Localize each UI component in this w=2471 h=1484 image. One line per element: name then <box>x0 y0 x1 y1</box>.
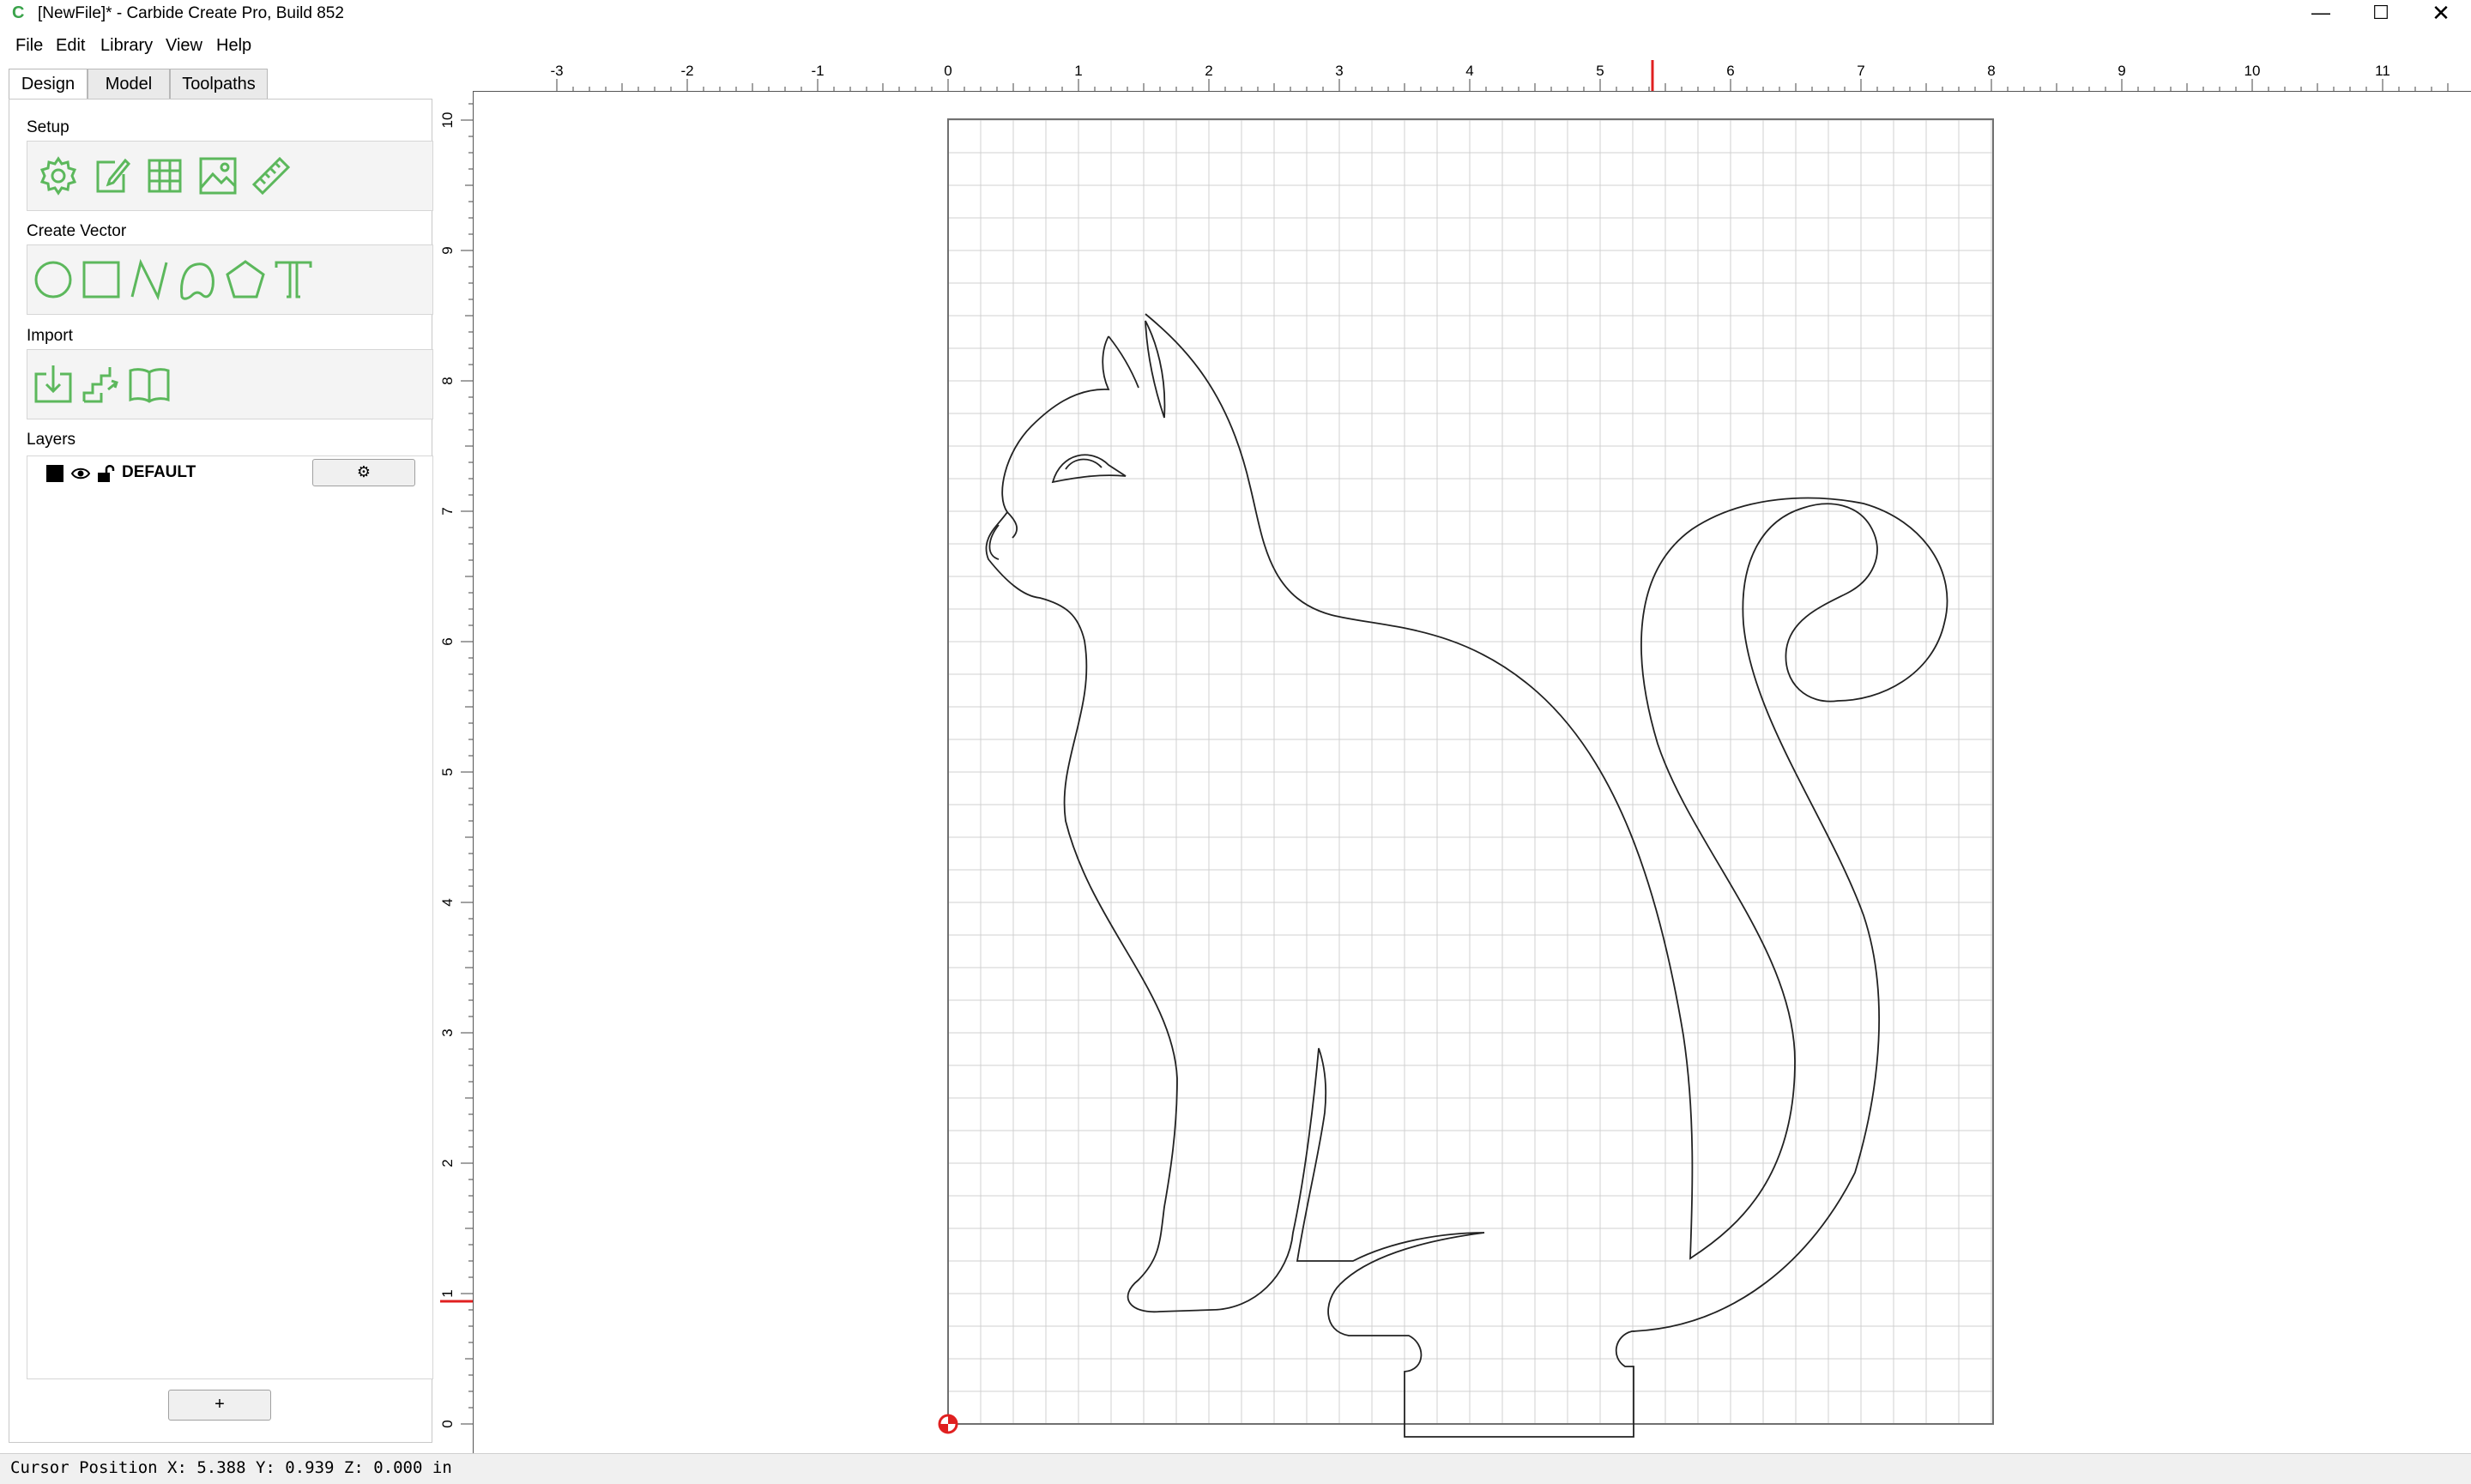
ruler-x-label: 0 <box>944 63 952 79</box>
circle-icon[interactable] <box>31 257 76 302</box>
ruler-y-label: 2 <box>440 1159 456 1167</box>
horizontal-ruler: -3 -2 -1 0 1 2 3 4 5 6 7 8 9 10 11 <box>440 60 2471 92</box>
cursor-position-readout: Cursor Position X: 5.388 Y: 0.939 Z: 0.0… <box>10 1458 452 1477</box>
ruler-y-label: 4 <box>440 898 456 906</box>
ruler-x-label: -2 <box>680 63 693 79</box>
close-button[interactable]: ✕ <box>2411 0 2471 27</box>
ruler-x-label: 8 <box>1987 63 1995 79</box>
import-svg-icon[interactable] <box>31 362 76 407</box>
job-setup-gear-icon[interactable] <box>36 154 81 198</box>
app-icon: C <box>12 3 25 22</box>
design-canvas[interactable] <box>474 92 2471 1453</box>
ruler-x-label: 4 <box>1465 63 1473 79</box>
menu-edit[interactable]: Edit <box>56 36 85 56</box>
polyline-icon[interactable] <box>127 257 172 302</box>
ruler-icon[interactable] <box>249 154 293 198</box>
grid-icon[interactable] <box>142 154 187 198</box>
layer-name[interactable]: DEFAULT <box>122 463 196 482</box>
ruler-x-label: -3 <box>550 63 563 79</box>
ruler-x-label: 3 <box>1335 63 1343 79</box>
design-panel: Setup Create Vector Import Layers DEFAUL… <box>9 99 433 1443</box>
vertical-ruler: 10 9 8 7 6 5 4 3 2 1 0 <box>439 87 474 1453</box>
status-bar: Cursor Position X: 5.388 Y: 0.939 Z: 0.0… <box>0 1453 2471 1484</box>
ruler-y-label: 9 <box>440 246 456 254</box>
visibility-eye-icon[interactable] <box>70 463 91 484</box>
tab-model[interactable]: Model <box>88 69 170 100</box>
ruler-y-label: 5 <box>440 768 456 775</box>
ruler-y-label: 1 <box>440 1289 456 1297</box>
vertical-ruler-ticks: 109876543210 <box>439 87 473 1428</box>
layer-settings-button[interactable]: ⚙ <box>312 459 415 486</box>
ruler-y-label: 0 <box>440 1420 456 1427</box>
create-vector-label: Create Vector <box>27 222 127 240</box>
layers-label: Layers <box>27 431 76 449</box>
menu-help[interactable]: Help <box>216 36 251 56</box>
gear-icon: ⚙ <box>356 463 372 480</box>
layers-list: DEFAULT ⚙ <box>27 455 433 1379</box>
material-grid <box>948 119 1993 1424</box>
text-icon[interactable] <box>271 257 316 302</box>
create-vector-toolbox <box>27 244 433 315</box>
title-bar: C [NewFile]* - Carbide Create Pro, Build… <box>0 0 2471 27</box>
window-title: [NewFile]* - Carbide Create Pro, Build 8… <box>38 4 344 22</box>
unlocked-padlock-icon[interactable] <box>96 463 115 484</box>
ruler-x-label: 7 <box>1857 63 1864 79</box>
rectangle-icon[interactable] <box>79 257 124 302</box>
ruler-x-label: 10 <box>2244 63 2261 79</box>
menu-library[interactable]: Library <box>100 36 153 56</box>
ruler-y-label: 8 <box>440 377 456 384</box>
layer-color-swatch[interactable] <box>46 465 63 482</box>
setup-toolbox <box>27 141 433 211</box>
ruler-y-label: 7 <box>440 507 456 515</box>
maximize-button[interactable]: ☐ <box>2351 0 2411 27</box>
ruler-x-label: 5 <box>1596 63 1604 79</box>
ruler-x-label: 6 <box>1726 63 1734 79</box>
curve-icon[interactable] <box>175 257 220 302</box>
canvas-drawing[interactable] <box>474 92 2471 1453</box>
edit-note-icon[interactable] <box>89 154 134 198</box>
menu-bar: File Edit Library View Help <box>0 31 515 58</box>
cat-vector-shape[interactable] <box>985 313 1948 1438</box>
mode-tabs: Design Model Toolpaths <box>9 69 438 100</box>
horizontal-ruler-ticks: -3 -2 -1 0 1 2 3 4 5 6 7 8 9 10 11 <box>550 60 2449 91</box>
ruler-y-label: 6 <box>440 637 456 645</box>
menu-file[interactable]: File <box>15 36 43 56</box>
ruler-x-label: 1 <box>1074 63 1082 79</box>
image-icon[interactable] <box>196 154 240 198</box>
menu-view[interactable]: View <box>166 36 202 56</box>
library-book-icon[interactable] <box>127 362 172 407</box>
add-layer-button[interactable]: + <box>168 1390 271 1421</box>
minimize-button[interactable]: — <box>2291 0 2351 27</box>
setup-label: Setup <box>27 118 69 136</box>
tab-design[interactable]: Design <box>9 69 88 100</box>
ruler-x-label: 2 <box>1205 63 1212 79</box>
polygon-icon[interactable] <box>223 257 268 302</box>
import-toolbox <box>27 349 433 419</box>
origin-marker <box>938 1414 958 1434</box>
ruler-y-label: 10 <box>440 112 456 129</box>
import-label: Import <box>27 327 73 345</box>
ruler-x-label: 9 <box>2118 63 2125 79</box>
tab-toolpaths[interactable]: Toolpaths <box>170 69 268 100</box>
import-stairs-icon[interactable] <box>79 362 124 407</box>
ruler-y-label: 3 <box>440 1029 456 1036</box>
ruler-x-label: 11 <box>2375 63 2390 79</box>
ruler-x-label: -1 <box>811 63 824 79</box>
